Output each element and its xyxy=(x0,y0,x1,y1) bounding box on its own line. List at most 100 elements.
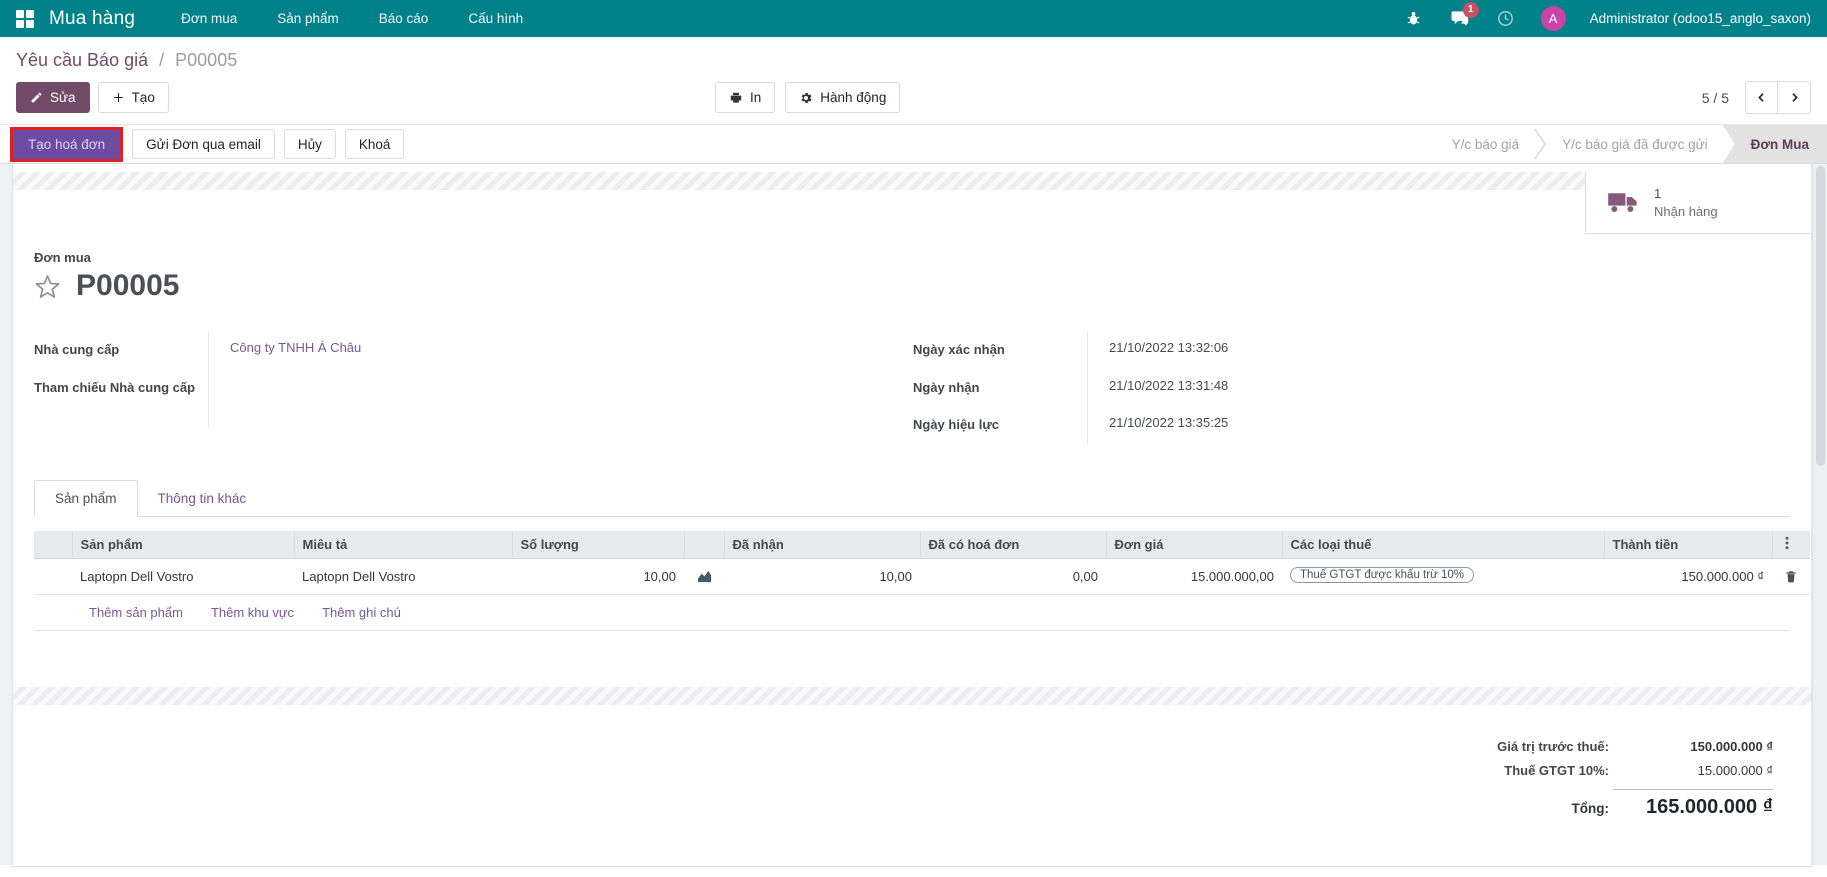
favorite-star-icon[interactable] xyxy=(34,273,61,300)
menu-settings[interactable]: Cấu hình xyxy=(468,11,523,26)
scrollbar-track[interactable] xyxy=(1812,164,1827,865)
cancel-button[interactable]: Hủy xyxy=(284,129,336,159)
app-brand[interactable]: Mua hàng xyxy=(49,8,135,30)
send-by-email-button[interactable]: Gửi Đơn qua email xyxy=(132,129,275,159)
col-handle xyxy=(34,531,72,559)
breadcrumb: Yêu cầu Báo giá / P00005 xyxy=(0,37,1827,73)
add-line-links: Thêm sản phẩm Thêm khu vực Thêm ghi chú xyxy=(34,595,1790,631)
menu-products[interactable]: Sản phẩm xyxy=(277,11,339,26)
effective-date-value: 21/10/2022 13:35:25 xyxy=(1087,406,1258,444)
col-taxes[interactable]: Các loại thuế xyxy=(1282,531,1604,559)
cell-description[interactable]: Laptopn Dell Vostro xyxy=(294,558,512,594)
confirmation-date-value: 21/10/2022 13:32:06 xyxy=(1087,331,1258,369)
list-bottom-stripe xyxy=(13,687,1811,705)
add-product-link[interactable]: Thêm sản phẩm xyxy=(89,605,183,620)
statusbar: Tạo hoá đơn Gửi Đơn qua email Hủy Khoá Y… xyxy=(0,124,1827,164)
tax-tag[interactable]: Thuế GTGT được khấu trừ 10% xyxy=(1290,567,1474,583)
col-description[interactable]: Miêu tả xyxy=(294,531,512,559)
print-button[interactable]: In xyxy=(715,82,775,113)
tab-products[interactable]: Sản phẩm xyxy=(34,480,138,517)
row-handle[interactable] xyxy=(34,558,72,594)
lock-button[interactable]: Khoá xyxy=(345,129,405,159)
receipt-date-value: 21/10/2022 13:31:48 xyxy=(1087,369,1258,407)
order-lines-table: Sản phẩm Miêu tả Số lượng Đã nhận Đã có … xyxy=(34,531,1810,595)
receipts-smart-button[interactable]: 1 Nhận hàng xyxy=(1585,172,1811,234)
create-button[interactable]: Tạo xyxy=(98,82,169,113)
receipts-count: 1 xyxy=(1654,185,1718,203)
menu-reports[interactable]: Báo cáo xyxy=(379,11,429,26)
vendor-reference-value[interactable] xyxy=(208,369,913,427)
tab-other-info[interactable]: Thông tin khác xyxy=(138,481,267,516)
status-steps: Y/c báo giá Y/c báo giá đã được gửi Đơn … xyxy=(1437,125,1827,163)
pager-next-button[interactable] xyxy=(1778,82,1810,113)
col-subtotal[interactable]: Thành tiền xyxy=(1604,531,1772,559)
step-rfq-sent[interactable]: Y/c báo giá đã được gửi xyxy=(1547,125,1723,163)
gear-icon xyxy=(799,91,813,105)
cell-received[interactable]: 10,00 xyxy=(724,558,920,594)
record-title: P00005 xyxy=(76,269,179,303)
tax-amount-label: Thuế GTGT 10%: xyxy=(1504,763,1609,778)
breadcrumb-separator: / xyxy=(159,50,164,70)
total-value: 165.000.000 ₫ xyxy=(1609,796,1773,819)
breadcrumb-current: P00005 xyxy=(175,50,237,70)
receipts-label: Nhận hàng xyxy=(1654,203,1718,221)
order-line-row[interactable]: Laptopn Dell Vostro Laptopn Dell Vostro … xyxy=(34,558,1810,594)
form-view: 1 Nhận hàng Đơn mua P00005 Nhà cung cấp … xyxy=(0,164,1827,865)
form-sheet: 1 Nhận hàng Đơn mua P00005 Nhà cung cấp … xyxy=(12,164,1812,867)
sheet-top-stripe xyxy=(13,172,1585,190)
edit-button-label: Sửa xyxy=(50,90,76,105)
messages-badge: 1 xyxy=(1463,2,1479,18)
action-button-label: Hành động xyxy=(820,90,886,105)
control-panel: Sửa Tạo In Hành động 5 / 5 xyxy=(0,73,1827,124)
pager-previous-button[interactable] xyxy=(1746,82,1778,113)
scrollbar-thumb[interactable] xyxy=(1816,166,1825,466)
bug-icon[interactable] xyxy=(1403,8,1425,30)
vendor-value-link[interactable]: Công ty TNHH Á Châu xyxy=(230,340,361,355)
cell-subtotal: 150.000.000 ₫ xyxy=(1604,558,1772,594)
user-avatar[interactable]: A xyxy=(1541,6,1566,31)
col-quantity[interactable]: Số lượng xyxy=(512,531,684,559)
step-rfq[interactable]: Y/c báo giá xyxy=(1437,125,1535,163)
untaxed-amount-label: Giá trị trước thuế: xyxy=(1497,739,1609,754)
pager-count: 5 / 5 xyxy=(1702,90,1729,106)
truck-icon xyxy=(1608,192,1638,213)
receipt-date-label: Ngày nhận xyxy=(913,369,1087,407)
breadcrumb-parent[interactable]: Yêu cầu Báo giá xyxy=(16,50,148,70)
col-unit-price[interactable]: Đơn giá xyxy=(1106,531,1282,559)
user-name[interactable]: Administrator (odoo15_anglo_saxon) xyxy=(1590,11,1811,26)
delete-row-trash-icon[interactable] xyxy=(1780,569,1802,584)
document-type-label: Đơn mua xyxy=(34,250,1790,265)
col-forecast xyxy=(684,531,724,559)
add-section-link[interactable]: Thêm khu vực xyxy=(211,605,294,620)
annotation-highlight-box: Tạo hoá đơn xyxy=(10,127,123,162)
col-product[interactable]: Sản phẩm xyxy=(72,531,294,559)
col-billed[interactable]: Đã có hoá đơn xyxy=(920,531,1106,559)
edit-button[interactable]: Sửa xyxy=(16,82,90,113)
vendor-label: Nhà cung cấp xyxy=(34,331,208,369)
vendor-reference-label: Tham chiếu Nhà cung cấp xyxy=(34,369,208,427)
col-received[interactable]: Đã nhận xyxy=(724,531,920,559)
totals-divider xyxy=(1613,789,1773,790)
cell-product[interactable]: Laptopn Dell Vostro xyxy=(72,558,294,594)
plus-icon xyxy=(112,91,125,104)
action-button[interactable]: Hành động xyxy=(785,82,900,113)
optional-columns-icon[interactable] xyxy=(1772,531,1810,559)
activities-clock-icon[interactable] xyxy=(1495,8,1517,30)
forecast-chart-icon[interactable] xyxy=(692,569,716,583)
printer-icon xyxy=(729,91,743,105)
step-separator-icon xyxy=(1534,125,1547,163)
effective-date-label: Ngày hiệu lực xyxy=(913,406,1087,444)
untaxed-amount-value: 150.000.000 ₫ xyxy=(1609,739,1773,754)
add-note-link[interactable]: Thêm ghi chú xyxy=(322,605,401,620)
main-menu: Đơn mua Sản phẩm Báo cáo Cấu hình xyxy=(181,11,523,26)
totals-block: Giá trị trước thuế: 150.000.000 ₫ Thuế G… xyxy=(34,739,1790,828)
menu-orders[interactable]: Đơn mua xyxy=(181,11,237,26)
total-label: Tổng: xyxy=(1572,801,1609,816)
messages-icon[interactable]: 1 xyxy=(1449,8,1471,30)
apps-grid-icon[interactable] xyxy=(16,10,33,27)
cell-quantity[interactable]: 10,00 xyxy=(512,558,684,594)
create-bill-button[interactable]: Tạo hoá đơn xyxy=(13,130,120,159)
cell-unit-price[interactable]: 15.000.000,00 xyxy=(1106,558,1282,594)
step-purchase-order[interactable]: Đơn Mua xyxy=(1723,125,1827,163)
cell-billed[interactable]: 0,00 xyxy=(920,558,1106,594)
